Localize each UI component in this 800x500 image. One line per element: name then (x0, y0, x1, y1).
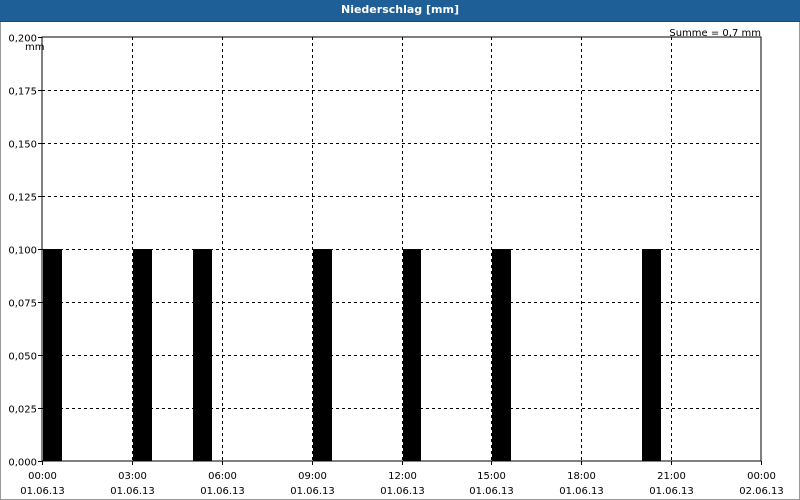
precipitation-bar (492, 249, 511, 461)
x-tick-time-label: 12:00 (388, 471, 417, 482)
y-axis-unit-label: mm (25, 42, 44, 53)
y-tick-label: 0,125 (8, 193, 37, 204)
x-tick-date-label: 01.06.13 (110, 486, 155, 497)
x-tick-date-label: 01.06.13 (469, 486, 514, 497)
x-tick-date-label: 01.06.13 (290, 486, 335, 497)
x-tick-time-label: 06:00 (208, 471, 237, 482)
x-tick-date-label: 01.06.13 (200, 486, 245, 497)
x-tick-time-label: 00:00 (28, 471, 57, 482)
x-tick-time-label: 15:00 (477, 471, 506, 482)
y-tick-label: 0,075 (8, 299, 37, 310)
bar-series (43, 249, 661, 461)
precipitation-bar (313, 249, 332, 461)
y-tick-label: 0,175 (8, 87, 37, 98)
x-tick-date-label: 01.06.13 (380, 486, 425, 497)
x-tick-time-label: 03:00 (118, 471, 147, 482)
sum-label: Summe = 0,7 mm (669, 28, 761, 39)
x-tick-time-label: 21:00 (657, 471, 686, 482)
precipitation-bar (133, 249, 152, 461)
precipitation-bar (193, 249, 212, 461)
precipitation-chart: 0,000 0,025 0,050 0,075 0,100 0,125 0,150 0,175… (8, 28, 784, 497)
y-tick-label: 0,025 (8, 405, 37, 416)
x-tick-date-label: 02.06.13 (739, 486, 784, 497)
precipitation-bar (43, 249, 62, 461)
y-tick-label: 0,150 (8, 140, 37, 151)
y-axis-ticks: 0,000 0,025 0,050 0,075 0,100 0,125 0,150 0,175… (8, 34, 42, 469)
x-tick-date-label: 01.06.13 (20, 486, 65, 497)
y-tick-label: 0,100 (8, 246, 37, 257)
y-tick-label: 0,050 (8, 352, 37, 363)
x-tick-date-label: 01.06.13 (559, 486, 604, 497)
x-tick-time-label: 18:00 (567, 471, 596, 482)
x-tick-date-label: 01.06.13 (649, 486, 694, 497)
precipitation-bar (403, 249, 421, 461)
precipitation-bar (642, 249, 661, 461)
x-tick-time-label: 00:00 (747, 471, 776, 482)
x-tick-time-label: 09:00 (298, 471, 327, 482)
y-tick-label: 0,000 (8, 458, 37, 469)
x-axis-ticks: 00:00 01.06.13 03:00 01.06.13 06:00 01.06.13 0… (20, 461, 784, 497)
